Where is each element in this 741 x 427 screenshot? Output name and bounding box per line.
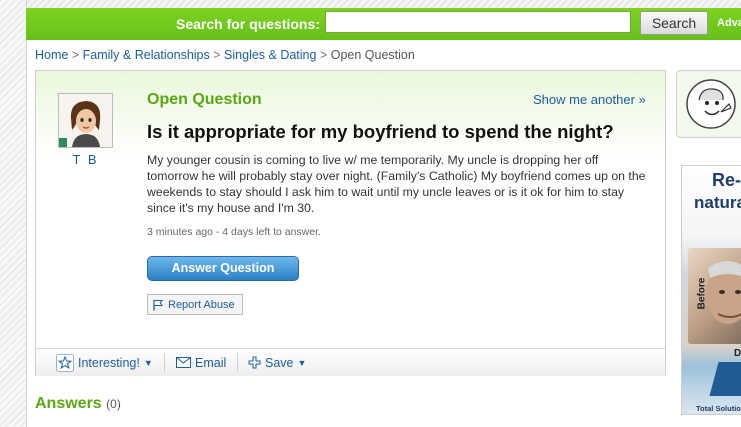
search-input[interactable] (325, 11, 631, 33)
star-icon (56, 353, 74, 372)
ad-footer-text: Total Solutio (696, 404, 741, 413)
advertisement-banner[interactable]: Re- natura Before D Total Solutio (681, 165, 741, 415)
save-button[interactable]: Save ▼ (248, 349, 306, 376)
question-card: T B Open Question Show me another » Is i… (35, 70, 666, 376)
plus-icon (248, 356, 261, 369)
ad-headline: Re- (712, 170, 741, 190)
action-divider (164, 353, 165, 372)
action-divider (237, 353, 238, 372)
ad-headline-2: natura (694, 193, 741, 212)
answers-heading-label: Answers (35, 395, 102, 412)
breadcrumb-family-relationships[interactable]: Family & Relationships (83, 48, 210, 62)
asker-name[interactable]: T B (58, 152, 113, 167)
answer-question-button[interactable]: Answer Question (147, 256, 299, 281)
open-question-label: Open Question (147, 91, 262, 108)
breadcrumb-separator: > (319, 48, 328, 62)
report-abuse-label: Report Abuse (168, 298, 235, 311)
breadcrumb-singles-dating[interactable]: Singles & Dating (224, 48, 316, 62)
breadcrumb-home[interactable]: Home (35, 48, 68, 62)
envelope-icon (176, 357, 191, 368)
report-abuse-button[interactable]: Report Abuse (147, 294, 243, 315)
ad-photo: Before (688, 248, 741, 344)
asker-avatar-icon[interactable] (58, 93, 113, 148)
chevron-down-icon: ▼ (143, 357, 153, 368)
breadcrumb-separator: > (213, 48, 221, 62)
email-button[interactable]: Email (176, 349, 226, 376)
advanced-search-link[interactable]: Adva (717, 17, 741, 29)
left-page-gutter (0, 0, 27, 427)
email-label: Email (195, 355, 227, 370)
top-decorative-stripe (0, 0, 741, 8)
chevron-down-icon: ▼ (297, 357, 307, 368)
question-body: My younger cousin is coming to live w/ m… (147, 153, 646, 215)
mascot-avatar-icon[interactable] (685, 78, 737, 130)
question-meta: 3 minutes ago - 4 days left to answer. (147, 226, 321, 238)
search-label: Search for questions: (176, 16, 320, 32)
breadcrumb: Home > Family & Relationships > Singles … (35, 48, 415, 62)
question-action-bar: Interesting! ▼ Email Save ▼ (36, 348, 665, 376)
question-title: Is it appropriate for my boyfriend to sp… (147, 121, 614, 142)
search-bar: Search for questions: Search Adva (26, 8, 741, 40)
breadcrumb-separator: > (71, 48, 80, 62)
save-label: Save (265, 355, 294, 370)
answers-count: (0) (106, 397, 121, 411)
answers-heading: Answers (0) (35, 395, 121, 413)
ad-logo-icon (709, 362, 741, 396)
right-column-box (676, 70, 741, 138)
interesting-label: Interesting! (78, 355, 140, 370)
breadcrumb-current: Open Question (330, 48, 415, 62)
interesting-button[interactable]: Interesting! ▼ (56, 349, 153, 376)
flag-icon (153, 299, 163, 310)
ad-corner-letter: D (734, 348, 741, 359)
show-another-link[interactable]: Show me another » (533, 92, 646, 107)
search-button[interactable]: Search (640, 11, 708, 35)
ad-before-label: Before (696, 277, 708, 310)
